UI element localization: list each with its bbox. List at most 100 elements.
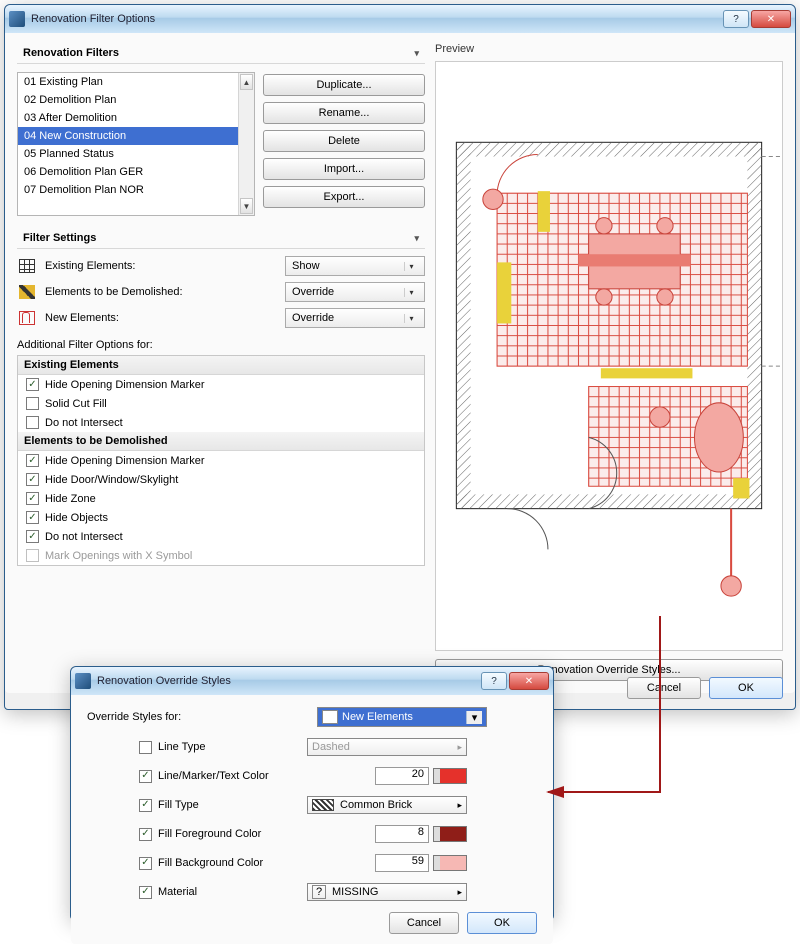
- option-label: Mark Openings with X Symbol: [45, 550, 192, 562]
- window-title: Renovation Filter Options: [31, 13, 723, 25]
- export-button[interactable]: Export...: [263, 186, 425, 208]
- option-label: Hide Opening Dimension Marker: [45, 379, 205, 391]
- option-row[interactable]: ✓ Hide Objects: [18, 508, 424, 527]
- checkbox[interactable]: ✓: [26, 378, 39, 391]
- checkbox[interactable]: ✓: [139, 886, 152, 899]
- setting-dropdown[interactable]: Override▾: [285, 308, 425, 328]
- option-row[interactable]: ✓ Hide Opening Dimension Marker: [18, 375, 424, 394]
- checkbox[interactable]: ✓: [26, 511, 39, 524]
- filter-listbox[interactable]: 01 Existing Plan02 Demolition Plan03 Aft…: [17, 72, 255, 216]
- help-button[interactable]: ?: [723, 10, 749, 28]
- option-label: Hide Objects: [45, 512, 108, 524]
- close-button[interactable]: ✕: [509, 672, 549, 690]
- filter-setting-row: New Elements: Override▾: [17, 305, 425, 331]
- chevron-right-icon: ▸: [457, 742, 462, 753]
- filter-list-item[interactable]: 07 Demolition Plan NOR: [18, 181, 238, 199]
- renovation-filters-header[interactable]: Renovation Filters ▾: [17, 43, 425, 64]
- setting-dropdown[interactable]: Show▾: [285, 256, 425, 276]
- chevron-right-icon: ▸: [457, 800, 462, 811]
- option-label: Do not Intersect: [45, 531, 123, 543]
- ok-button[interactable]: OK: [709, 677, 783, 699]
- checkbox[interactable]: ✓: [139, 857, 152, 870]
- filter-list-item[interactable]: 04 New Construction: [18, 127, 238, 145]
- chevron-down-icon: ▾: [414, 48, 419, 59]
- color-index-input[interactable]: 20: [375, 767, 429, 785]
- color-swatch[interactable]: [433, 826, 467, 842]
- option-label: Hide Opening Dimension Marker: [45, 455, 205, 467]
- checkbox[interactable]: ✓: [139, 770, 152, 783]
- setting-dropdown[interactable]: Override▾: [285, 282, 425, 302]
- option-row[interactable]: ✓ Do not Intersect: [18, 527, 424, 546]
- option-row: Mark Openings with X Symbol: [18, 546, 424, 565]
- filter-list-item[interactable]: 05 Planned Status: [18, 145, 238, 163]
- demo-icon: [19, 285, 35, 299]
- delete-button[interactable]: Delete: [263, 130, 425, 152]
- chevron-down-icon: ▾: [404, 288, 418, 297]
- import-button[interactable]: Import...: [263, 158, 425, 180]
- override-label: Line/Marker/Text Color: [158, 770, 269, 782]
- checkbox[interactable]: [26, 397, 39, 410]
- option-row[interactable]: ✓ Hide Zone: [18, 489, 424, 508]
- ok-button[interactable]: OK: [467, 912, 537, 934]
- picker[interactable]: ?MISSING▸: [307, 883, 467, 901]
- override-row: ✓ Fill Foreground Color 8: [139, 824, 537, 844]
- additional-options-box: Existing Elements ✓ Hide Opening Dimension…: [17, 355, 425, 566]
- question-icon: ?: [312, 885, 326, 899]
- color-swatch[interactable]: [433, 855, 467, 871]
- filter-list-item[interactable]: 03 After Demolition: [18, 109, 238, 127]
- option-row[interactable]: ✓Hide Door/Window/Skylight: [18, 470, 424, 489]
- scrollbar[interactable]: ▲ ▼: [238, 73, 254, 215]
- titlebar[interactable]: Renovation Filter Options ? ✕: [5, 5, 795, 33]
- color-index-input[interactable]: 59: [375, 854, 429, 872]
- duplicate-button[interactable]: Duplicate...: [263, 74, 425, 96]
- picker[interactable]: Dashed ▸: [307, 738, 467, 756]
- setting-label: New Elements:: [45, 312, 277, 324]
- cancel-button[interactable]: Cancel: [627, 677, 701, 699]
- option-label: Solid Cut Fill: [45, 398, 107, 410]
- option-row[interactable]: Do not Intersect: [18, 413, 424, 432]
- help-button[interactable]: ?: [481, 672, 507, 690]
- override-row: ✓Fill TypeCommon Brick▸: [139, 795, 537, 815]
- checkbox[interactable]: [139, 741, 152, 754]
- app-icon: [75, 673, 91, 689]
- new-elements-icon: [322, 710, 338, 724]
- app-icon: [9, 11, 25, 27]
- override-for-dropdown[interactable]: New Elements ▾: [317, 707, 487, 727]
- cancel-button[interactable]: Cancel: [389, 912, 459, 934]
- filter-settings-header[interactable]: Filter Settings ▾: [17, 228, 425, 249]
- checkbox[interactable]: ✓: [26, 530, 39, 543]
- option-row[interactable]: ✓ Hide Opening Dimension Marker: [18, 451, 424, 470]
- rename-button[interactable]: Rename...: [263, 102, 425, 124]
- checkbox[interactable]: ✓: [26, 492, 39, 505]
- close-button[interactable]: ✕: [751, 10, 791, 28]
- checkbox[interactable]: ✓: [139, 799, 152, 812]
- preview-label: Preview: [435, 43, 783, 55]
- filter-list-item[interactable]: 02 Demolition Plan: [18, 91, 238, 109]
- override-label: Fill Background Color: [158, 857, 263, 869]
- new-icon: [19, 311, 35, 325]
- checkbox[interactable]: ✓: [139, 828, 152, 841]
- option-label: Hide Zone: [45, 493, 96, 505]
- option-row[interactable]: Solid Cut Fill: [18, 394, 424, 413]
- color-index-input[interactable]: 8: [375, 825, 429, 843]
- checkbox[interactable]: ✓: [26, 454, 39, 467]
- override-label: Fill Foreground Color: [158, 828, 261, 840]
- filter-list-item[interactable]: 01 Existing Plan: [18, 73, 238, 91]
- filter-list-item[interactable]: 06 Demolition Plan GER: [18, 163, 238, 181]
- option-group-header: Existing Elements: [18, 356, 424, 375]
- checkbox[interactable]: [26, 416, 39, 429]
- preview-pane: [435, 61, 783, 651]
- scroll-up-icon[interactable]: ▲: [240, 74, 253, 90]
- color-swatch[interactable]: [433, 768, 467, 784]
- option-group-header: Elements to be Demolished: [18, 432, 424, 451]
- picker-value: Dashed: [312, 741, 350, 753]
- chevron-down-icon: ▾: [414, 233, 419, 244]
- renovation-override-styles-dialog: Renovation Override Styles ? ✕ Override …: [70, 666, 554, 920]
- picker[interactable]: Common Brick▸: [307, 796, 467, 814]
- override-label: Line Type: [158, 741, 206, 753]
- titlebar[interactable]: Renovation Override Styles ? ✕: [71, 667, 553, 695]
- scroll-down-icon[interactable]: ▼: [240, 198, 253, 214]
- checkbox[interactable]: ✓: [26, 473, 39, 486]
- picker-value: MISSING: [332, 886, 378, 898]
- chevron-down-icon: ▾: [404, 262, 418, 271]
